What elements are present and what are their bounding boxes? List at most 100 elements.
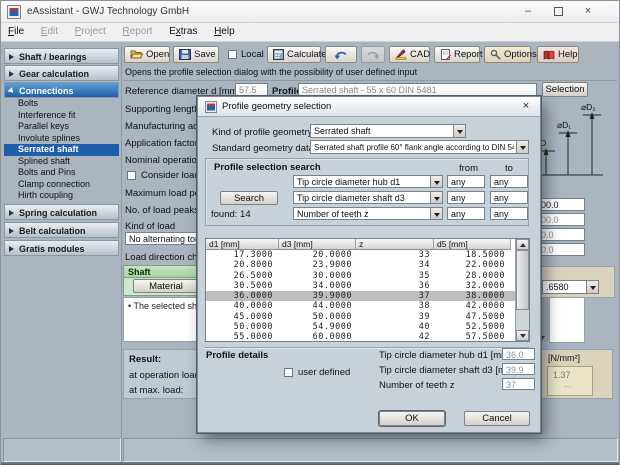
menu-project: Project xyxy=(68,23,113,42)
search-from-field-1[interactable]: any xyxy=(447,175,485,188)
sidebar-item-involute-splines[interactable]: Involute splines xyxy=(4,133,119,145)
menu-bar: File Edit Project Report Extras Help xyxy=(1,23,619,42)
table-row[interactable]: 40.000044.00003842.0000 xyxy=(206,301,515,311)
to-column-label: to xyxy=(505,163,513,174)
reference-diameter-field[interactable]: 57.5 xyxy=(235,83,268,97)
kind-of-load-label: Kind of load xyxy=(125,221,175,232)
minimize-button[interactable]: – xyxy=(513,1,543,22)
table-row[interactable]: 45.000050.00003947.5000 xyxy=(206,312,515,322)
scrollbar-thumb[interactable] xyxy=(516,250,529,310)
search-group-title: Profile selection search xyxy=(214,162,321,173)
scroll-down-button[interactable] xyxy=(516,330,529,341)
table-scrollbar[interactable] xyxy=(515,239,529,341)
menu-extras[interactable]: Extras xyxy=(162,23,204,42)
stress-value: 1.37 xyxy=(553,370,571,380)
report-button[interactable]: Report xyxy=(434,46,480,63)
table-row[interactable]: 26.500030.00003528.0000 xyxy=(206,271,515,281)
load-direction-label: Load direction chan xyxy=(125,252,208,263)
ok-button[interactable]: OK xyxy=(379,411,445,426)
right-field-3: 0.0 xyxy=(537,228,585,241)
scroll-up-button[interactable] xyxy=(516,239,529,250)
menu-report: Report xyxy=(115,23,159,42)
aux-white-box xyxy=(549,297,585,343)
detail-field-d1: 36.0 xyxy=(502,348,535,360)
sidebar-item-serrated-shaft[interactable]: Serrated shaft xyxy=(4,144,119,156)
sidebar-item-shaft-bearings[interactable]: Shaft / bearings xyxy=(4,48,119,64)
search-to-field-3[interactable]: any xyxy=(490,207,528,220)
table-row[interactable]: 20.800023.90003422.0000 xyxy=(206,260,515,270)
chevron-down-icon xyxy=(430,176,442,187)
statusbar-right xyxy=(123,438,618,462)
undo-button[interactable] xyxy=(325,46,357,63)
local-checkbox[interactable] xyxy=(228,50,237,59)
calculate-button[interactable]: Calculate xyxy=(267,46,321,63)
stress-value-box: 1.37 --- xyxy=(547,366,593,396)
search-to-field-1[interactable]: any xyxy=(490,175,528,188)
search-to-field-2[interactable]: any xyxy=(490,191,528,204)
menu-help[interactable]: Help xyxy=(207,23,242,42)
search-from-field-2[interactable]: any xyxy=(447,191,485,204)
sidebar-item-hirth-coupling[interactable]: Hirth coupling xyxy=(4,190,119,202)
sidebar-item-bolts-and-pins[interactable]: Bolts and Pins xyxy=(4,167,119,179)
maximize-icon xyxy=(554,7,563,16)
material-button[interactable]: Material xyxy=(133,279,199,293)
sidebar-item-parallel-keys[interactable]: Parallel keys xyxy=(4,121,119,133)
cad-button[interactable]: CAD xyxy=(389,46,430,63)
search-criterion-combo-2[interactable]: Tip circle diameter shaft d3 xyxy=(293,191,443,204)
details-separator xyxy=(205,347,529,348)
chevron-down-icon xyxy=(516,141,528,153)
search-button[interactable]: Search xyxy=(220,191,278,205)
table-row[interactable]: 30.500034.00003632.0000 xyxy=(206,281,515,291)
table-row[interactable]: 17.300020.00003318.5000 xyxy=(206,250,515,260)
report-document-icon xyxy=(440,49,451,60)
dialog-title: Profile geometry selection xyxy=(222,101,331,112)
standard-geometry-combo[interactable]: Serrated shaft profile 60° flank angle a… xyxy=(310,140,529,154)
user-defined-label: user defined xyxy=(298,367,350,378)
save-button[interactable]: Save xyxy=(173,46,219,63)
chevron-right-icon xyxy=(9,54,14,60)
table-row-selected[interactable]: 36.000039.90003738.0000 xyxy=(206,291,515,301)
undo-icon xyxy=(334,50,348,60)
sidebar-divider xyxy=(121,45,122,461)
dialog-title-bar: Profile geometry selection × xyxy=(198,97,540,117)
table-row[interactable]: 50.000054.90004052.5000 xyxy=(206,322,515,332)
stress-panel: [N/mm²] 1.37 --- xyxy=(541,349,613,399)
consider-load-checkbox[interactable] xyxy=(127,171,136,180)
cancel-button[interactable]: Cancel xyxy=(464,411,530,426)
table-header-z[interactable]: z xyxy=(356,239,434,250)
table-header-d1[interactable]: d1 [mm] xyxy=(206,239,279,250)
table-header-d5[interactable]: d5 [mm] xyxy=(434,239,511,250)
sidebar-item-gratis-modules[interactable]: Gratis modules xyxy=(4,240,119,256)
selection-button[interactable]: Selection xyxy=(542,82,588,97)
table-row[interactable]: 55.000060.00004257.5000 xyxy=(206,332,515,342)
diagram-label-d1: ⌀D₁ xyxy=(557,120,571,131)
search-from-field-3[interactable]: any xyxy=(447,207,485,220)
open-folder-icon xyxy=(130,49,143,60)
sidebar-item-gear-calculation[interactable]: Gear calculation xyxy=(4,65,119,81)
table-header-row: d1 [mm] d3 [mm] z d5 [mm] xyxy=(206,239,511,250)
sidebar-item-belt-calculation[interactable]: Belt calculation xyxy=(4,222,119,238)
open-button[interactable]: Open xyxy=(124,46,170,63)
sidebar-item-interference-fit[interactable]: Interference fit xyxy=(4,110,119,122)
options-button[interactable]: Options xyxy=(484,46,531,63)
sidebar-item-splined-shaft[interactable]: Splined shaft xyxy=(4,156,119,168)
detail-field-z: 37 xyxy=(502,378,535,390)
search-criterion-combo-1[interactable]: Tip circle diameter hub d1 xyxy=(293,175,443,188)
sidebar-item-spring-calculation[interactable]: Spring calculation xyxy=(4,204,119,220)
right-field-1[interactable]: 00.0 xyxy=(537,198,585,211)
table-header-d3[interactable]: d3 [mm] xyxy=(279,239,356,250)
material-combo[interactable]: .6580 xyxy=(542,280,599,294)
search-criterion-combo-3[interactable]: Number of teeth z xyxy=(293,207,443,220)
sidebar-item-clamp-connection[interactable]: Clamp connection xyxy=(4,179,119,191)
sidebar-item-bolts[interactable]: Bolts xyxy=(4,98,119,110)
detail-label-d1: Tip circle diameter hub d1 [mm] xyxy=(379,350,512,361)
maximize-button[interactable] xyxy=(543,1,573,22)
kind-of-profile-combo[interactable]: Serrated shaft xyxy=(310,124,466,138)
menu-file[interactable]: File xyxy=(1,23,31,42)
user-defined-checkbox[interactable] xyxy=(284,368,293,377)
dialog-close-button[interactable]: × xyxy=(519,99,533,113)
sidebar-item-connections[interactable]: Connections xyxy=(4,82,119,98)
diagram-label-d2: ⌀D₂ xyxy=(581,102,596,113)
close-button[interactable]: × xyxy=(573,1,603,22)
help-button[interactable]: Help xyxy=(537,46,579,63)
